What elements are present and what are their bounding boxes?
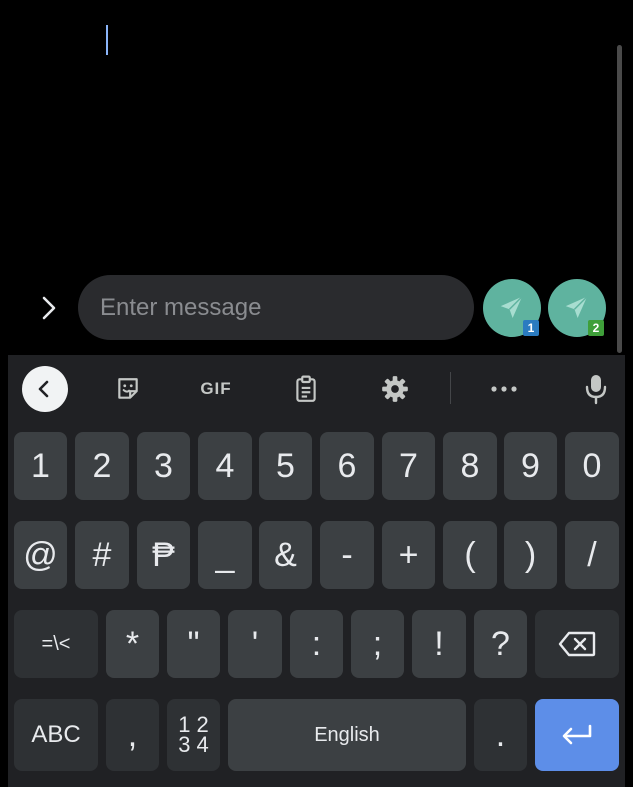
key-8[interactable]: 8 — [443, 432, 497, 500]
key-5[interactable]: 5 — [259, 432, 312, 500]
chevron-right-icon — [42, 296, 56, 320]
key-more-symbols[interactable]: =\< — [14, 610, 98, 678]
key-single-quote[interactable]: ' — [228, 610, 282, 678]
key-3[interactable]: 3 — [137, 432, 190, 500]
key-comma[interactable]: , — [106, 699, 159, 771]
enter-key[interactable] — [535, 699, 619, 771]
clipboard-icon — [296, 375, 316, 402]
backspace-key[interactable] — [535, 610, 619, 678]
chevron-left-icon — [38, 380, 49, 398]
key-exclamation[interactable]: ! — [412, 610, 466, 678]
key-colon[interactable]: : — [290, 610, 343, 678]
key-1[interactable]: 1 — [14, 432, 67, 500]
keyboard-toolbar: GIF — [8, 355, 625, 423]
numpad-key[interactable]: 1 2 3 4 — [167, 699, 220, 771]
send-sim2-button[interactable]: 2 — [548, 279, 606, 337]
key-6[interactable]: 6 — [320, 432, 374, 500]
key-question[interactable]: ? — [474, 610, 527, 678]
key-9[interactable]: 9 — [504, 432, 557, 500]
key-asterisk[interactable]: * — [106, 610, 159, 678]
keyboard: GIF 1 2 3 4 5 6 7 8 9 0 @ # ₱ _ & - + (… — [8, 355, 625, 787]
sticker-icon — [118, 378, 138, 399]
enter-icon — [562, 724, 592, 745]
gif-button[interactable]: GIF — [188, 365, 244, 413]
key-2[interactable]: 2 — [75, 432, 129, 500]
collapse-toolbar-button[interactable] — [22, 366, 68, 412]
key-double-quote[interactable]: " — [167, 610, 220, 678]
key-hash[interactable]: # — [75, 521, 129, 589]
expand-button[interactable] — [34, 290, 64, 326]
key-4[interactable]: 4 — [198, 432, 252, 500]
compose-bar: 1 2 — [0, 272, 633, 344]
text-cursor — [106, 25, 108, 55]
toolbar-divider — [450, 372, 451, 404]
message-field[interactable] — [78, 275, 474, 340]
gear-icon — [382, 376, 408, 402]
key-slash[interactable]: / — [565, 521, 619, 589]
sticker-button[interactable] — [106, 365, 150, 413]
paper-plane-icon — [500, 296, 523, 318]
key-open-paren[interactable]: ( — [443, 521, 497, 589]
settings-button[interactable] — [373, 365, 417, 413]
key-ampersand[interactable]: & — [259, 521, 312, 589]
key-semicolon[interactable]: ; — [351, 610, 404, 678]
sim1-badge: 1 — [523, 320, 539, 336]
key-period[interactable]: . — [474, 699, 527, 771]
clipboard-button[interactable] — [284, 365, 328, 413]
send-sim1-button[interactable]: 1 — [483, 279, 541, 337]
voice-input-button[interactable] — [574, 365, 618, 413]
more-button[interactable] — [482, 365, 526, 413]
numpad-label-bottom: 3 4 — [178, 732, 209, 757]
space-key[interactable]: English — [228, 699, 466, 771]
message-input[interactable] — [100, 275, 460, 340]
key-0[interactable]: 0 — [565, 432, 619, 500]
sim2-badge: 2 — [588, 320, 604, 336]
key-at[interactable]: @ — [14, 521, 67, 589]
backspace-icon — [558, 631, 596, 657]
key-minus[interactable]: - — [320, 521, 374, 589]
key-plus[interactable]: + — [382, 521, 435, 589]
microphone-icon — [585, 375, 607, 405]
key-peso[interactable]: ₱ — [137, 521, 190, 589]
key-close-paren[interactable]: ) — [504, 521, 557, 589]
paper-plane-icon — [565, 296, 588, 318]
gif-label: GIF — [200, 379, 232, 398]
abc-key[interactable]: ABC — [14, 699, 98, 771]
more-horizontal-icon — [491, 386, 517, 392]
key-7[interactable]: 7 — [382, 432, 435, 500]
key-underscore[interactable]: _ — [198, 521, 252, 589]
